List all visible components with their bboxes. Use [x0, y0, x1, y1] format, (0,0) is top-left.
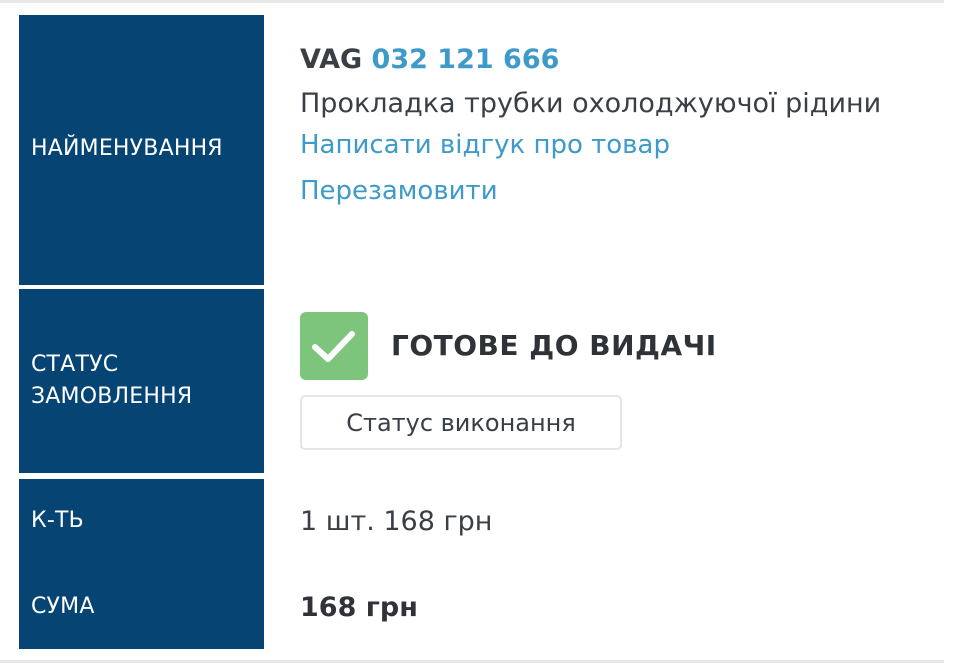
product-code-link[interactable]: 032 121 666	[372, 44, 560, 75]
write-review-link[interactable]: Написати відгук про товар	[300, 127, 670, 163]
order-status-text: ГОТОВЕ ДО ВИДАЧІ	[391, 329, 717, 362]
product-title: VAG 032 121 666	[300, 42, 559, 78]
sum-value: 168 грн	[300, 592, 418, 623]
label-status-line1: СТАТУС	[31, 352, 119, 377]
label-cell-status: СТАТУС ЗАМОВЛЕННЯ	[19, 289, 264, 473]
bottom-divider	[0, 660, 944, 663]
status-check-badge	[300, 312, 368, 380]
label-name: НАЙМЕНУВАННЯ	[31, 136, 223, 161]
status-details-button[interactable]: Статус виконання	[300, 395, 622, 450]
label-cell-qty-sum: К-ТЬ СУМА	[19, 479, 264, 649]
quantity-value: 1 шт. 168 грн	[300, 506, 493, 537]
top-divider	[0, 0, 944, 3]
reorder-link[interactable]: Перезамовити	[300, 173, 498, 209]
checkmark-icon	[312, 331, 355, 362]
label-sum: СУМА	[31, 594, 95, 619]
label-status-line2: ЗАМОВЛЕННЯ	[31, 384, 193, 409]
product-name: Прокладка трубки охолоджуючої рідини	[300, 88, 882, 119]
product-brand: VAG	[300, 44, 363, 75]
label-qty: К-ТЬ	[31, 508, 84, 533]
label-cell-name: НАЙМЕНУВАННЯ	[19, 15, 264, 285]
